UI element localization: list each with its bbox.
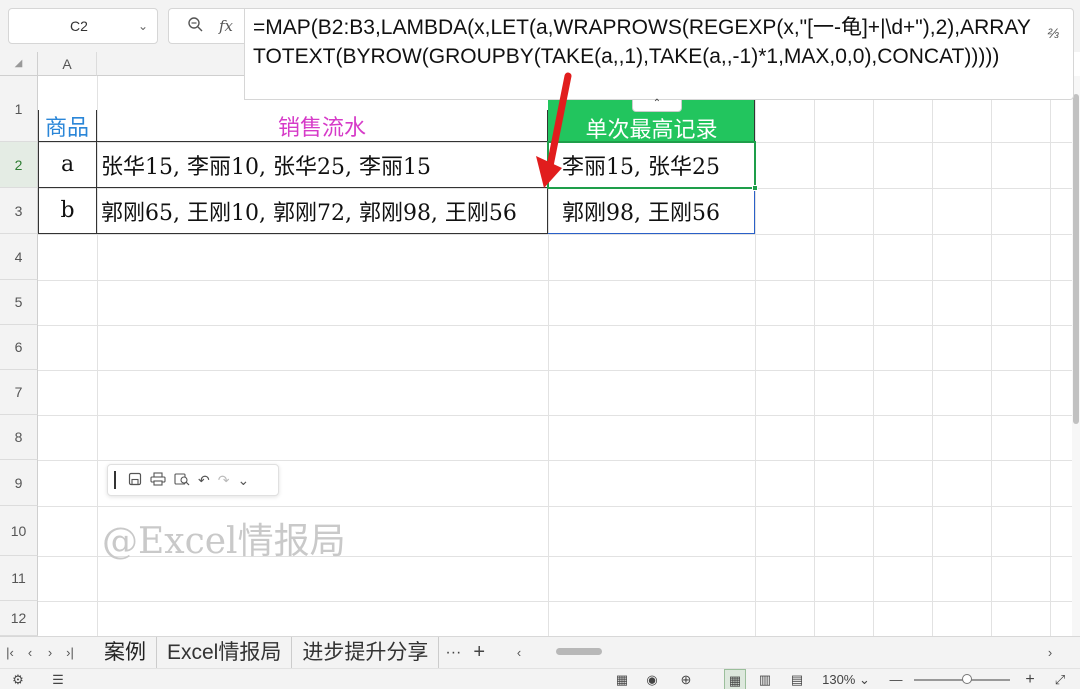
- page-layout-icon[interactable]: ▥: [754, 669, 776, 689]
- zoom-formula-icon[interactable]: [187, 16, 203, 36]
- sheet-tab-bar: |‹ ‹ › ›| 案例 Excel情报局 进步提升分享 ··· + ‹ ›: [0, 636, 1080, 669]
- sheet-tab-3[interactable]: 进步提升分享: [292, 636, 440, 669]
- quick-toolbar: ↶ ↷ ⌄: [107, 464, 279, 496]
- cell-b2[interactable]: 张华15, 李丽10, 张华25, 李丽15: [97, 142, 548, 188]
- vertical-scroll-thumb[interactable]: [1073, 94, 1079, 424]
- prev-sheet-icon[interactable]: ‹: [20, 645, 40, 660]
- header-sales[interactable]: 销售流水: [97, 110, 548, 142]
- cell-a3[interactable]: b: [38, 188, 97, 234]
- fill-handle[interactable]: [752, 185, 758, 191]
- page-break-icon[interactable]: ▤: [786, 669, 808, 689]
- collapse-formula-icon[interactable]: ⅔: [1047, 19, 1059, 48]
- zoom-out-button[interactable]: —: [886, 669, 906, 689]
- eye-protect-icon[interactable]: ◉: [642, 669, 662, 689]
- formula-text[interactable]: =MAP(B2:B3,LAMBDA(x,LET(a,WRAPROWS(REGEX…: [253, 16, 1031, 68]
- zoom-level[interactable]: 130% ⌄: [818, 669, 874, 689]
- insert-function-icon[interactable]: fx: [219, 17, 233, 35]
- scroll-left-icon[interactable]: ‹: [509, 645, 529, 660]
- chevron-down-icon[interactable]: ⌄: [237, 472, 249, 489]
- chevron-down-icon[interactable]: ⌄: [129, 19, 157, 33]
- fullscreen-icon[interactable]: ⤢: [1050, 669, 1070, 689]
- sheet-tab-2[interactable]: Excel情报局: [157, 636, 293, 669]
- cell-b3[interactable]: 郭刚65, 王刚10, 郭刚72, 郭刚98, 王刚56: [97, 188, 548, 234]
- scroll-right-icon[interactable]: ›: [1040, 645, 1060, 660]
- header-product[interactable]: 商品: [38, 110, 97, 142]
- first-sheet-icon[interactable]: |‹: [0, 645, 20, 660]
- last-sheet-icon[interactable]: ›|: [60, 645, 80, 660]
- select-all-corner[interactable]: ◢: [0, 52, 38, 76]
- sheet-tab-1[interactable]: 案例: [94, 636, 157, 669]
- collapse-bar-button[interactable]: ⌃: [632, 99, 682, 112]
- row-header-11[interactable]: 11: [0, 556, 38, 601]
- cell-a2[interactable]: a: [38, 142, 97, 188]
- save-icon[interactable]: [128, 472, 142, 489]
- row-header-2[interactable]: 2: [0, 142, 38, 188]
- zoom-slider-knob[interactable]: [962, 674, 972, 684]
- watermark: @Excel情报局: [102, 521, 346, 562]
- page-setup-icon[interactable]: ▦: [612, 669, 632, 689]
- vertical-scrollbar[interactable]: [1072, 76, 1080, 636]
- status-bar: ⚙ ☰ ▦ ◉ ⊕ ▦ ▥ ▤ 130% ⌄ — + ⤢: [0, 668, 1080, 689]
- cell-c3[interactable]: 郭刚98, 王刚56: [548, 188, 755, 234]
- row-header-12[interactable]: 12: [0, 601, 38, 636]
- horizontal-scroll-thumb[interactable]: [556, 648, 602, 655]
- name-box[interactable]: C2 ⌄: [8, 8, 158, 44]
- print-preview-icon[interactable]: [174, 472, 190, 489]
- annotation-arrow: [536, 72, 572, 188]
- print-icon[interactable]: [150, 471, 166, 489]
- row-header-3[interactable]: 3: [0, 188, 38, 234]
- text-cursor: [114, 471, 116, 489]
- row-header-6[interactable]: 6: [0, 325, 38, 370]
- zoom-in-button[interactable]: +: [1020, 669, 1040, 689]
- row-header-4[interactable]: 4: [0, 234, 38, 280]
- row-header-7[interactable]: 7: [0, 370, 38, 415]
- macro-icon[interactable]: ⚙: [8, 669, 28, 689]
- row-header-8[interactable]: 8: [0, 415, 38, 460]
- column-header-a[interactable]: A: [38, 52, 97, 76]
- more-sheets-button[interactable]: ···: [439, 644, 467, 662]
- row-header-9[interactable]: 9: [0, 460, 38, 506]
- row-header-10[interactable]: 10: [0, 506, 38, 556]
- function-tools: fx: [168, 8, 248, 44]
- redo-icon[interactable]: ↷: [218, 472, 230, 489]
- table-left-border: [38, 110, 39, 234]
- row-header-5[interactable]: 5: [0, 280, 38, 325]
- row-header-1[interactable]: 1: [0, 76, 38, 142]
- name-box-value[interactable]: C2: [9, 18, 129, 34]
- add-sheet-button[interactable]: +: [467, 641, 491, 664]
- zoom-value[interactable]: 130%: [822, 672, 855, 687]
- next-sheet-icon[interactable]: ›: [40, 645, 60, 660]
- normal-view-icon[interactable]: ▦: [724, 669, 746, 689]
- formula-input[interactable]: =MAP(B2:B3,LAMBDA(x,LET(a,WRAPROWS(REGEX…: [244, 8, 1074, 100]
- undo-icon[interactable]: ↶: [198, 472, 210, 489]
- focus-mode-icon[interactable]: ⊕: [674, 669, 698, 689]
- notes-icon[interactable]: ☰: [48, 669, 68, 689]
